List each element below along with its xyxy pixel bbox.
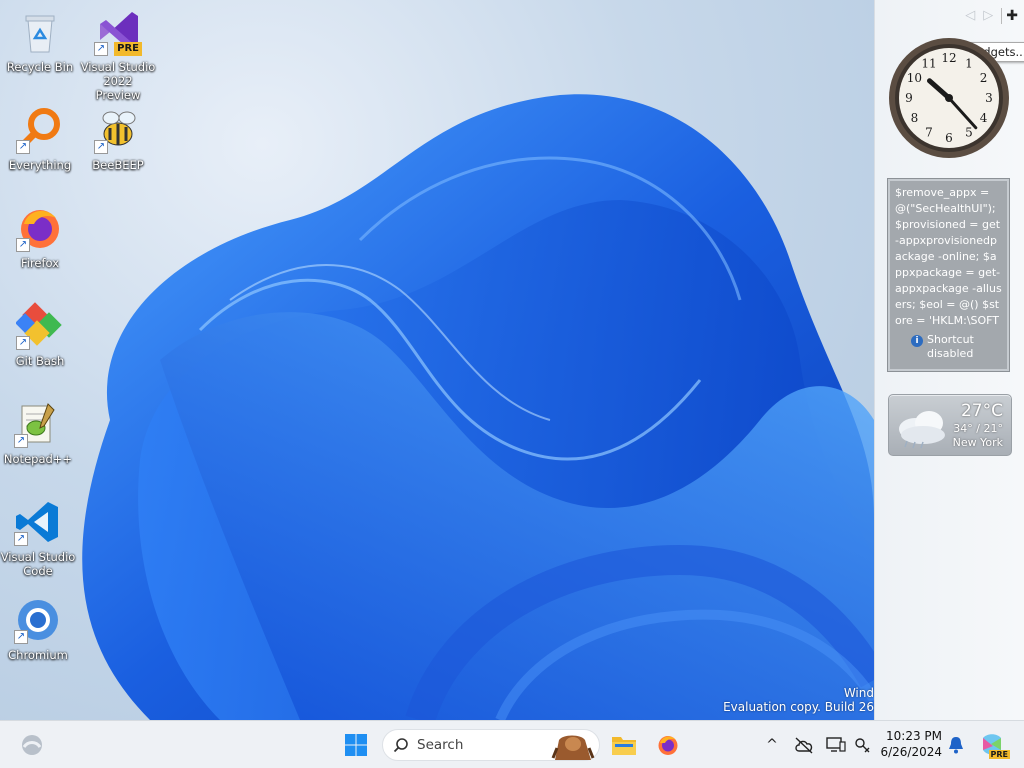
firefox-shortcut[interactable]: ↗ Firefox [2, 204, 78, 270]
evaluation-watermark: Wind Evaluation copy. Build 26 [723, 686, 874, 714]
icon-label: Firefox [20, 256, 60, 270]
icon-label: Git Bash [15, 354, 65, 368]
next-page-icon[interactable]: ▷ [983, 8, 993, 24]
add-gadget-button[interactable]: ✚ [1001, 8, 1018, 24]
clock-number: 8 [911, 111, 919, 125]
cloudy-weather-icon [899, 411, 945, 449]
shortcut-arrow-icon: ↗ [94, 140, 108, 154]
chevron-up-icon: ^ [766, 737, 778, 753]
weather-temperature: 27°C [960, 401, 1003, 421]
start-button[interactable] [340, 729, 372, 761]
shortcut-arrow-icon: ↗ [14, 434, 28, 448]
monitor-icon [826, 737, 846, 752]
clock-number: 1 [965, 56, 973, 70]
notifications-button[interactable] [940, 729, 972, 761]
shortcut-status: i Shortcut disabled [895, 333, 1002, 361]
widgets-icon [22, 735, 42, 755]
tray-clock[interactable]: 10:23 PM 6/26/2024 [880, 728, 942, 760]
search-placeholder: Search [417, 737, 464, 753]
clock-number: 9 [905, 91, 913, 105]
weather-gadget[interactable]: 27°C 34° / 21° New York [888, 394, 1012, 456]
icon-label: Recycle Bin [6, 60, 74, 74]
file-explorer-icon [612, 737, 636, 755]
shortcut-arrow-icon: ↗ [16, 140, 30, 154]
everything-shortcut[interactable]: ↗ Everything [2, 106, 78, 172]
watermark-line2: Evaluation copy. Build 26 [723, 700, 874, 714]
gadget-sidebar: ◁ ▷ ✚ Add gadgets... 121234567891011 $re… [874, 0, 1024, 720]
analog-clock-face: 12 12 3 45678 9 1011 [889, 38, 1009, 158]
search-highlight-icon [551, 735, 595, 760]
firefox-icon: ↗ [16, 204, 64, 252]
clock-number: 5 [965, 126, 973, 140]
file-explorer-button[interactable] [608, 729, 640, 761]
icon-label: BeeBEEP [92, 158, 144, 172]
weather-range: 34° / 21° [953, 422, 1003, 435]
tray-date: 6/26/2024 [880, 745, 942, 759]
shortcut-arrow-icon: ↗ [16, 238, 30, 252]
tray-time: 10:23 PM [886, 729, 942, 743]
clock-number: 11 [921, 56, 936, 70]
volume-button[interactable] [846, 729, 878, 761]
beebeep-shortcut[interactable]: ↗ BeeBEEP [80, 106, 156, 172]
icon-label: Everything [8, 158, 72, 172]
icon-label: Notepad++ [3, 452, 73, 466]
icon-label: Visual Studio Code [0, 550, 76, 578]
info-icon: i [911, 335, 923, 347]
clock-number: 6 [945, 131, 953, 145]
icon-label: Visual Studio 2022 Preview [80, 60, 156, 102]
taskbar-search-box[interactable]: Search [382, 729, 600, 761]
copilot-pre-badge: PRE [988, 750, 1010, 759]
clock-gadget[interactable]: 12 1 2 3 4 5 6 7 8 9 10 11 [887, 36, 1011, 160]
settings-status-icon [855, 738, 870, 753]
chromium-icon: ↗ [14, 596, 62, 644]
notes-gadget[interactable]: $remove_appx = @("SecHealthUI"); $provis… [888, 179, 1009, 371]
clock-number: 4 [980, 111, 988, 125]
weather-city: New York [952, 436, 1003, 449]
visual-studio-preview-icon: PRE ↗ [94, 8, 142, 56]
recycle-bin-icon [16, 8, 64, 56]
notepad-plus-plus-shortcut[interactable]: ↗ Notepad++ [0, 400, 76, 466]
everything-search-icon: ↗ [16, 106, 64, 154]
recycle-bin-shortcut[interactable]: Recycle Bin [2, 8, 78, 74]
git-bash-shortcut[interactable]: ↗ Git Bash [2, 302, 78, 368]
sidebar-controls: ◁ ▷ ✚ [965, 8, 1018, 24]
clock-number: 7 [925, 126, 933, 140]
network-status-button[interactable] [788, 729, 820, 761]
clock-number: 2 [980, 71, 988, 85]
windows-logo-icon [345, 734, 367, 756]
show-hidden-icons-button[interactable]: ^ [756, 729, 788, 761]
clock-number: 12 [941, 51, 956, 65]
search-icon [393, 738, 408, 753]
pre-badge: PRE [114, 42, 142, 56]
shortcut-arrow-icon: ↗ [14, 630, 28, 644]
bee-icon: ↗ [94, 106, 142, 154]
shortcut-status-text: Shortcut disabled [927, 333, 974, 360]
watermark-line1: Wind [843, 686, 874, 700]
shortcut-arrow-icon: ↗ [16, 336, 30, 350]
shortcut-arrow-icon: ↗ [94, 42, 108, 56]
bell-icon [949, 737, 963, 754]
copilot-button[interactable]: PRE [976, 729, 1010, 761]
clock-number: 3 [985, 91, 993, 105]
firefox-icon [658, 736, 678, 755]
shortcut-arrow-icon: ↗ [14, 532, 28, 546]
note-text: $remove_appx = @("SecHealthUI"); $provis… [895, 186, 1002, 331]
visual-studio-2022-preview-shortcut[interactable]: PRE ↗ Visual Studio 2022 Preview [80, 8, 156, 102]
visual-studio-code-shortcut[interactable]: ↗ Visual Studio Code [0, 498, 76, 578]
previous-page-icon[interactable]: ◁ [965, 8, 975, 24]
icon-label: Chromium [8, 648, 68, 662]
vscode-icon: ↗ [14, 498, 62, 546]
cloud-offline-icon [795, 737, 813, 754]
chromium-shortcut[interactable]: ↗ Chromium [0, 596, 76, 662]
taskbar: Search ^ 10:23 PM 6/26/2024 PRE [0, 720, 1024, 768]
firefox-taskbar-button[interactable] [652, 729, 684, 761]
git-bash-icon: ↗ [15, 302, 64, 350]
clock-number: 10 [907, 71, 922, 85]
notepad-plus-plus-icon: ↗ [14, 400, 62, 448]
widgets-button[interactable] [16, 729, 48, 761]
